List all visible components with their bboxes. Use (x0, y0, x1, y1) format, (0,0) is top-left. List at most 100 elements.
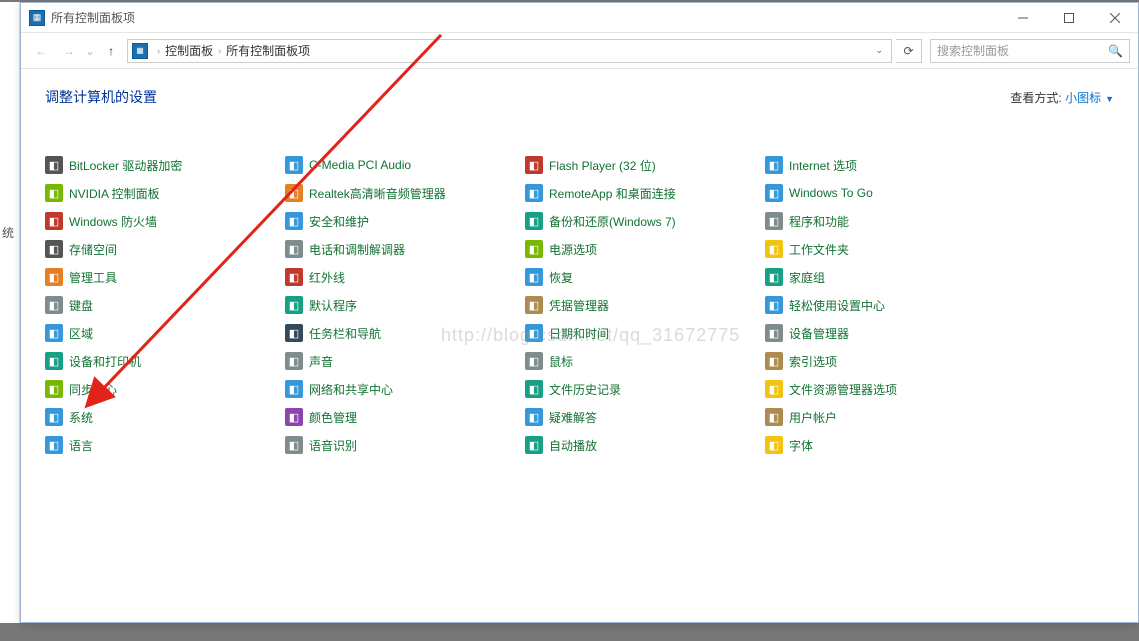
back-button[interactable]: ← (29, 39, 53, 63)
item-user-accounts[interactable]: ◧ 用户帐户 (765, 407, 1005, 427)
ease-of-access-icon: ◧ (765, 296, 783, 314)
item-label: 电话和调制解调器 (309, 241, 405, 258)
item-speech-recognition[interactable]: ◧语音识别 (285, 435, 525, 455)
item-label: 恢复 (549, 269, 573, 286)
item-backup-and-restore[interactable]: ◧备份和还原(Windows 7) (525, 211, 765, 231)
item-phone-and-modem[interactable]: ◧电话和调制解调器 (285, 239, 525, 259)
item-device-manager[interactable]: ◧设备管理器 (765, 323, 1005, 343)
search-input[interactable] (937, 44, 1108, 58)
programs-and-features-icon: ◧ (765, 212, 783, 230)
item-default-programs[interactable]: ◧默认程序 (285, 295, 525, 315)
item-bitlocker[interactable]: ◧BitLocker 驱动器加密 (45, 155, 285, 175)
breadcrumb-current[interactable]: 所有控制面板项 (226, 42, 310, 59)
item-label: RemoteApp 和桌面连接 (549, 185, 676, 202)
item-security-and-maintenance[interactable]: ◧ 安全和维护 (285, 211, 525, 231)
refresh-button[interactable]: ⟳ (896, 39, 922, 63)
item-credential-manager[interactable]: ◧凭据管理器 (525, 295, 765, 315)
item-troubleshooting[interactable]: ◧疑难解答 (525, 407, 765, 427)
minimize-button[interactable] (1000, 4, 1046, 32)
forward-button[interactable]: → (57, 39, 81, 63)
cropped-left-strip: 统 (0, 2, 20, 623)
item-label: 文件历史记录 (549, 381, 621, 398)
security-and-maintenance-icon: ◧ (285, 212, 303, 230)
search-box[interactable]: 🔍 (930, 39, 1130, 63)
item-infrared[interactable]: ◧红外线 (285, 267, 525, 287)
item-flash-player[interactable]: ◧Flash Player (32 位) (525, 155, 765, 175)
item-windows-to-go[interactable]: ◧ Windows To Go (765, 183, 1005, 203)
close-button[interactable] (1092, 4, 1138, 32)
item-label: Windows To Go (789, 186, 873, 200)
infrared-icon: ◧ (285, 268, 303, 286)
credential-manager-icon: ◧ (525, 296, 543, 314)
maximize-button[interactable] (1046, 4, 1092, 32)
item-label: 默认程序 (309, 297, 357, 314)
breadcrumb-root[interactable]: 控制面板 (165, 42, 213, 59)
item-storage-spaces[interactable]: ◧ 存储空间 (45, 239, 285, 259)
item-label: 电源选项 (549, 241, 597, 258)
item-autoplay[interactable]: ◧自动播放 (525, 435, 765, 455)
item-recovery[interactable]: ◧恢复 (525, 267, 765, 287)
homegroup-icon: ◧ (765, 268, 783, 286)
item-realtek-audio[interactable]: ◧Realtek高清晰音频管理器 (285, 183, 525, 203)
items-grid: ◧BitLocker 驱动器加密◧C-Media PCI Audio◧Flash… (45, 155, 1114, 455)
titlebar: ▦ 所有控制面板项 (21, 3, 1138, 33)
chevron-down-icon: ▼ (1101, 94, 1114, 104)
item-date-and-time[interactable]: ◧日期和时间 (525, 323, 765, 343)
item-network-and-sharing[interactable]: ◧网络和共享中心 (285, 379, 525, 399)
item-file-explorer-options[interactable]: ◧文件资源管理器选项 (765, 379, 1005, 399)
address-bar: ← → ⌄ ↑ ▦ › 控制面板 › 所有控制面板项 ⌄ ⟳ 🔍 (21, 33, 1138, 69)
item-label: 存储空间 (69, 241, 117, 258)
item-color-management[interactable]: ◧颜色管理 (285, 407, 525, 427)
item-programs-and-features[interactable]: ◧程序和功能 (765, 211, 1005, 231)
item-sound[interactable]: ◧声音 (285, 351, 525, 371)
chevron-down-icon[interactable]: ⌄ (871, 45, 887, 56)
item-keyboard[interactable]: ◧键盘 (45, 295, 285, 315)
internet-options-icon: ◧ (765, 156, 783, 174)
item-label: 同步中心 (69, 381, 117, 398)
item-label: 疑难解答 (549, 409, 597, 426)
file-explorer-options-icon: ◧ (765, 380, 783, 398)
item-indexing-options[interactable]: ◧索引选项 (765, 351, 1005, 371)
view-by-dropdown[interactable]: 小图标▼ (1065, 91, 1114, 105)
item-language[interactable]: ◧语言 (45, 435, 285, 455)
item-windows-firewall[interactable]: ◧Windows 防火墙 (45, 211, 285, 231)
region-icon: ◧ (45, 324, 63, 342)
item-file-history[interactable]: ◧文件历史记录 (525, 379, 765, 399)
item-administrative-tools[interactable]: ◧管理工具 (45, 267, 285, 287)
recent-chevron-icon[interactable]: ⌄ (85, 44, 95, 58)
item-label: 家庭组 (789, 269, 825, 286)
system-icon: ◧ (45, 408, 63, 426)
network-and-sharing-icon: ◧ (285, 380, 303, 398)
user-accounts-icon: ◧ (765, 408, 783, 426)
item-internet-options[interactable]: ◧Internet 选项 (765, 155, 1005, 175)
chevron-right-icon: › (152, 46, 165, 56)
item-label: 安全和维护 (309, 213, 369, 230)
item-system[interactable]: ◧系统 (45, 407, 285, 427)
item-region[interactable]: ◧区域 (45, 323, 285, 343)
up-button[interactable]: ↑ (99, 39, 123, 63)
windows-to-go-icon: ◧ (765, 184, 783, 202)
item-mouse[interactable]: ◧鼠标 (525, 351, 765, 371)
item-label: 用户帐户 (789, 409, 837, 426)
item-nvidia-control-panel[interactable]: ◧NVIDIA 控制面板 (45, 183, 285, 203)
storage-spaces-icon: ◧ (45, 240, 63, 258)
item-c-media-audio[interactable]: ◧C-Media PCI Audio (285, 155, 525, 175)
nvidia-control-panel-icon: ◧ (45, 184, 63, 202)
work-folders-icon: ◧ (765, 240, 783, 258)
item-label: BitLocker 驱动器加密 (69, 157, 182, 174)
item-work-folders[interactable]: ◧工作文件夹 (765, 239, 1005, 259)
breadcrumb[interactable]: ▦ › 控制面板 › 所有控制面板项 ⌄ (127, 39, 892, 63)
item-power-options[interactable]: ◧电源选项 (525, 239, 765, 259)
item-label: 设备和打印机 (69, 353, 141, 370)
item-ease-of-access[interactable]: ◧轻松使用设置中心 (765, 295, 1005, 315)
item-homegroup[interactable]: ◧ 家庭组 (765, 267, 1005, 287)
item-devices-and-printers[interactable]: ◧设备和打印机 (45, 351, 285, 371)
administrative-tools-icon: ◧ (45, 268, 63, 286)
item-taskbar-and-navigation[interactable]: ◧任务栏和导航 (285, 323, 525, 343)
item-remoteapp[interactable]: ◧RemoteApp 和桌面连接 (525, 183, 765, 203)
item-fonts[interactable]: ◧字体 (765, 435, 1005, 455)
window-title: 所有控制面板项 (51, 9, 135, 26)
page-heading: 调整计算机的设置 (45, 87, 157, 107)
item-sync-center[interactable]: ◧同步中心 (45, 379, 285, 399)
flash-player-icon: ◧ (525, 156, 543, 174)
